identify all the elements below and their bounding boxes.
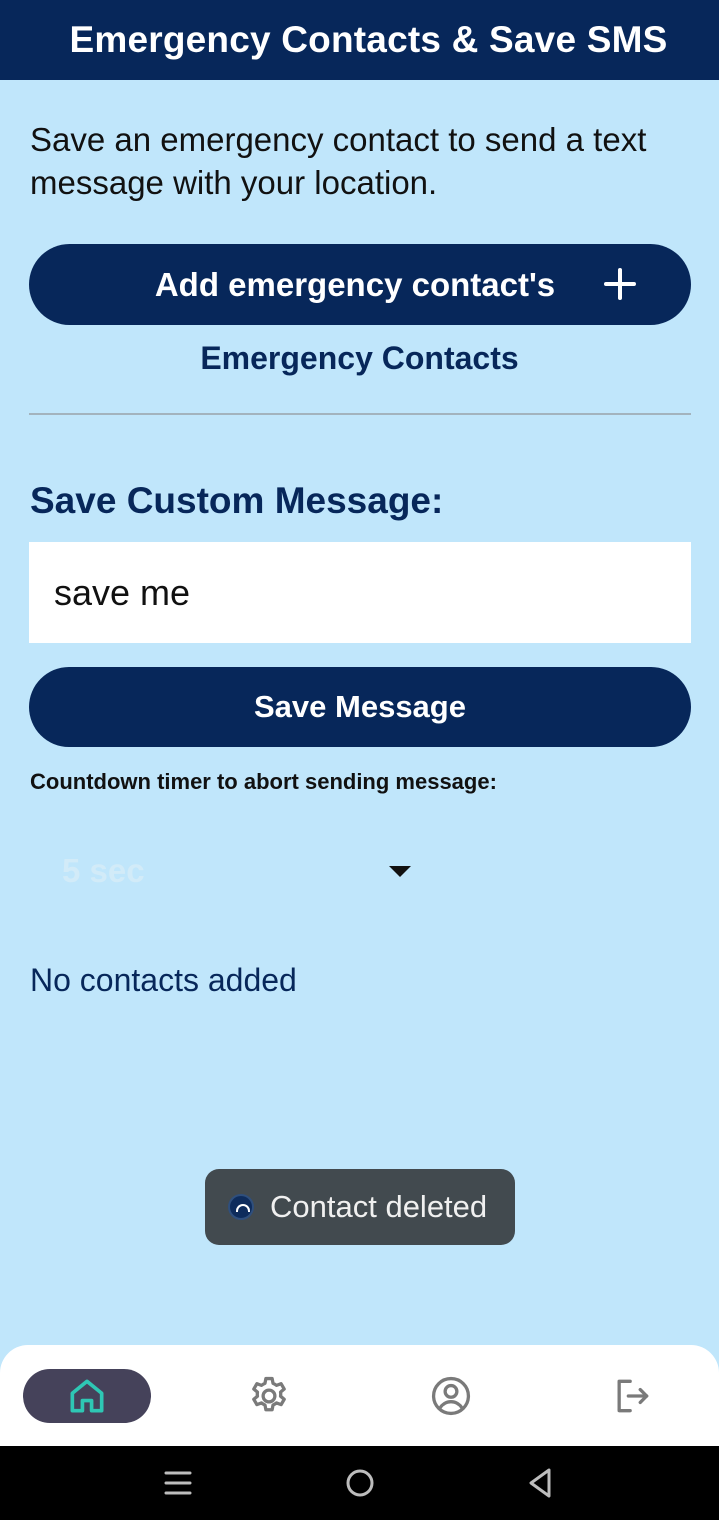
dropdown-caret-icon (389, 866, 411, 877)
recents-button[interactable] (158, 1466, 198, 1500)
nav-settings[interactable] (205, 1369, 333, 1423)
system-navigation-bar (0, 1446, 719, 1520)
circle-icon (346, 1469, 374, 1497)
system-home-button[interactable] (340, 1466, 380, 1500)
system-back-button[interactable] (520, 1466, 560, 1500)
countdown-dropdown[interactable]: 5 sec (30, 840, 420, 902)
plus-icon (602, 266, 638, 302)
app-logo-icon (228, 1194, 254, 1220)
countdown-label: Countdown timer to abort sending message… (30, 769, 497, 794)
emergency-contacts-link[interactable]: Emergency Contacts (0, 340, 719, 377)
intro-text: Save an emergency contact to send a text… (30, 121, 647, 201)
divider (29, 413, 691, 415)
user-circle-icon (431, 1376, 471, 1416)
save-message-button[interactable]: Save Message (29, 667, 691, 747)
toast: Contact deleted (205, 1169, 515, 1245)
home-icon (70, 1379, 104, 1413)
bottom-nav (0, 1345, 719, 1446)
contacts-empty-text: No contacts added (30, 962, 297, 998)
countdown-selected-value: 5 sec (62, 852, 145, 889)
app-bar: Emergency Contacts & Save SMS (0, 0, 719, 80)
gear-icon (252, 1376, 286, 1412)
menu-icon (164, 1471, 192, 1495)
back-triangle-icon (529, 1468, 551, 1498)
custom-message-input[interactable] (29, 542, 691, 643)
custom-message-title: Save Custom Message: (30, 480, 444, 521)
toast-text: Contact deleted (270, 1189, 488, 1224)
nav-profile[interactable] (387, 1369, 515, 1423)
nav-logout[interactable] (568, 1369, 696, 1423)
add-contact-label: Add emergency contact's (154, 265, 556, 303)
app-title: Emergency Contacts & Save SMS (69, 19, 668, 60)
add-emergency-contact-button[interactable]: Add emergency contact's (29, 244, 691, 325)
logout-icon (617, 1379, 649, 1413)
nav-home[interactable] (23, 1369, 151, 1423)
